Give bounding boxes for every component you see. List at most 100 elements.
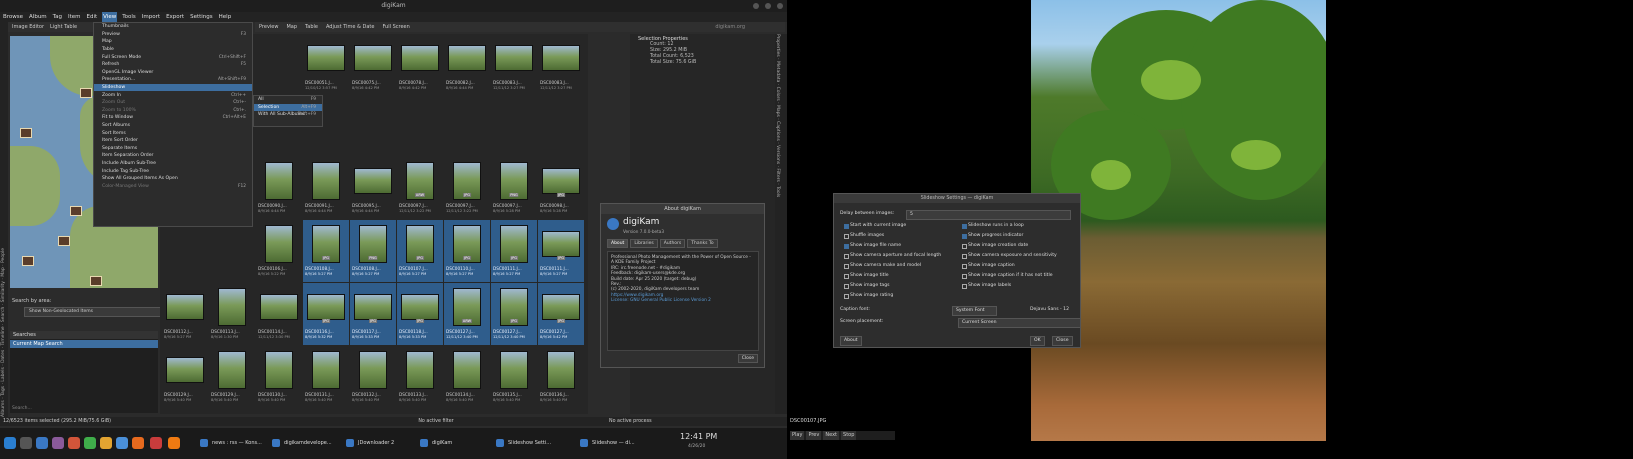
thumbnail-item[interactable]: JPG DSC00117.J... 8/9/16 5:33 PM [350,283,396,345]
map-marker[interactable] [80,88,92,98]
map-marker[interactable] [58,236,70,246]
thumbnail-item[interactable]: DSC00051.J... 12/10/12 3:57 PM [303,34,349,96]
option-checkbox[interactable]: Show progress indicator [962,233,1023,239]
view-menu-item[interactable]: Item Separation Order [94,152,252,160]
thumbnail-item[interactable]: DSC00135.J... 8/9/16 5:40 PM [491,346,537,408]
view-menu-item[interactable]: Presentation... Alt+Shift+F9 [94,76,252,84]
screen-placement-select[interactable]: Current Screen [958,318,1081,328]
thumbnail-item[interactable]: DSC00091.J... 8/9/16 4:44 PM [303,157,349,219]
thumbnail-item[interactable]: JPG DSC00110.J... 8/9/16 5:27 PM [444,220,490,282]
tab-adjust-time[interactable]: Adjust Time & Date [326,22,374,32]
thumbnail-item[interactable]: JPG DSC00108.J... 8/9/16 5:27 PM [303,220,349,282]
app-icon[interactable] [132,437,144,449]
digikam-link[interactable]: digikam.org [715,22,745,32]
menu-tag[interactable]: Tag [52,12,63,22]
thumbnail-item[interactable]: JPG DSC00111.J... 8/9/16 5:27 PM [491,220,537,282]
image-editor-button[interactable]: Image Editor [12,22,44,32]
thumbnail-item[interactable]: PNG DSC00097.J... 8/9/16 5:28 PM [491,157,537,219]
left-tabs-labels[interactable]: Albums · Tags · Labels · Dates · Timelin… [0,22,8,417]
thumbnail-item[interactable]: ARW DSC00127.J... 12/11/12 3:40 PM [444,283,490,345]
about-tab-thanks[interactable]: Thanks To [687,239,718,248]
menu-tools[interactable]: Tools [121,12,137,22]
current-map-search-item[interactable]: Current Map Search [10,340,158,348]
task-item[interactable]: news : rss — Kons... [200,438,262,448]
option-checkbox[interactable]: Show image caption if it has not title [962,273,1053,279]
thumbnail-item[interactable]: JPG DSC00098.J... 8/9/16 5:28 PM [538,157,584,219]
tab-map[interactable]: Map [286,22,297,32]
option-checkbox[interactable]: Show camera make and model [844,263,921,269]
option-checkbox[interactable]: Show camera aperture and focal length [844,253,941,259]
menu-album[interactable]: Album [28,12,48,22]
option-checkbox[interactable]: Show image rating [844,293,893,299]
thumbnail-item[interactable]: DSC00112.J... 8/9/16 5:27 PM [162,283,208,345]
thumbnail-item[interactable]: DSC00114.J... 12/11/12 3:30 PM [256,283,302,345]
app-icon[interactable] [52,437,64,449]
app-icon[interactable] [116,437,128,449]
play-button[interactable]: Play [790,431,805,440]
thumbnail-item[interactable]: DSC00078.J... 8/9/16 4:42 PM [397,34,443,96]
app-icon[interactable] [68,437,80,449]
menu-import[interactable]: Import [141,12,161,22]
minimize-icon[interactable] [753,3,759,9]
ok-button[interactable]: OK [1030,336,1045,346]
thumbnail-item[interactable]: JPG DSC00118.J... 8/9/16 5:33 PM [397,283,443,345]
app-icon[interactable] [84,437,96,449]
view-menu-item[interactable]: Include Album Sub-Tree [94,160,252,168]
show-non-geolocated-button[interactable]: Show Non-Geolocated Items [24,307,172,317]
stop-button[interactable]: Stop [841,431,857,440]
map-marker[interactable] [22,256,34,266]
thumbnail-item[interactable]: DSC00132.J... 8/9/16 5:40 PM [350,346,396,408]
task-item[interactable]: Slideshow Setti... [496,438,551,448]
view-menu-item[interactable]: Item Sort Order [94,137,252,145]
menu-settings[interactable]: Settings [189,12,214,22]
view-menu-item[interactable]: Separate Items [94,145,252,153]
map-marker[interactable] [70,206,82,216]
thumbnail-item[interactable]: DSC00130.J... 8/9/16 5:40 PM [256,346,302,408]
about-button[interactable]: About [840,336,862,346]
menu-browse[interactable]: Browse [2,12,24,22]
option-checkbox[interactable]: Slideshow runs in a loop [962,223,1024,229]
view-menu-item[interactable]: Zoom Out Ctrl+- [94,99,252,107]
thumbnail-item[interactable]: DSC00129.J... 8/9/16 5:40 PM [162,346,208,408]
about-tab-about[interactable]: About [607,239,629,248]
next-button[interactable]: Next [823,431,840,440]
thumbnail-item[interactable]: DSC00082.J... 8/9/16 4:44 PM [444,34,490,96]
caption-font-select[interactable]: System Font [952,306,997,316]
maximize-icon[interactable] [765,3,771,9]
tab-table[interactable]: Table [305,22,318,32]
view-menu-item[interactable]: Fit to Window Ctrl+Alt+E [94,114,252,122]
menu-item[interactable]: Item [67,12,82,22]
thumbnail-item[interactable]: DSC00106.J... 8/9/16 5:22 PM [256,220,302,282]
thumbnail-item[interactable]: DSC00095.J... 8/9/16 4:44 PM [350,157,396,219]
thumbnail-item[interactable]: DSC00113.J... 8/9/16 1:30 PM [209,283,255,345]
map-marker[interactable] [90,276,102,286]
thumbnail-item[interactable]: DSC00083.J... 12/11/12 3:27 PM [491,34,537,96]
about-license-link[interactable]: License: GNU General Public License Vers… [611,298,755,303]
task-item[interactable]: Slideshow — di... [580,438,635,448]
prev-button[interactable]: Prev [806,431,822,440]
option-checkbox[interactable]: Shuffle images [844,233,884,239]
task-item[interactable]: digikamdevelope... [272,438,332,448]
thumbnail-item[interactable]: JPG DSC00127.J... 8/9/16 5:42 PM [538,283,584,345]
option-checkbox[interactable]: Show camera exposure and sensitivity [962,253,1057,259]
option-checkbox[interactable]: Show image title [844,273,889,279]
menu-edit[interactable]: Edit [86,12,99,22]
map-marker[interactable] [20,128,32,138]
thumbnail-item[interactable]: PNG DSC00108.J... 8/9/16 5:27 PM [350,220,396,282]
tab-preview[interactable]: Preview [259,22,278,32]
thumbnail-item[interactable]: JPG DSC00127.J... 12/11/12 3:40 PM [491,283,537,345]
thumbnail-item[interactable]: ARW DSC00097.J... 12/11/12 3:22 PM [397,157,443,219]
option-checkbox[interactable]: Show image tags [844,283,890,289]
left-sidebar-tabs[interactable]: Albums · Tags · Labels · Dates · Timelin… [0,22,8,417]
view-menu-item[interactable]: Show All Grouped Items As Open [94,175,252,183]
firefox-icon[interactable] [168,437,180,449]
about-tab-libraries[interactable]: Libraries [630,239,658,248]
dolphin-icon[interactable] [36,437,48,449]
task-item[interactable]: digiKam [420,438,452,448]
thumbnail-item[interactable]: DSC00134.J... 8/9/16 5:40 PM [444,346,490,408]
option-checkbox[interactable]: Show image labels [962,283,1011,289]
thumbnail-item[interactable]: DSC00131.J... 8/9/16 5:40 PM [303,346,349,408]
app-icon[interactable] [150,437,162,449]
view-menu-item[interactable]: Full Screen Mode Ctrl+Shift+F [94,53,252,61]
thumbnail-item[interactable]: DSC00083.J... 12/11/12 3:27 PM [538,34,584,96]
